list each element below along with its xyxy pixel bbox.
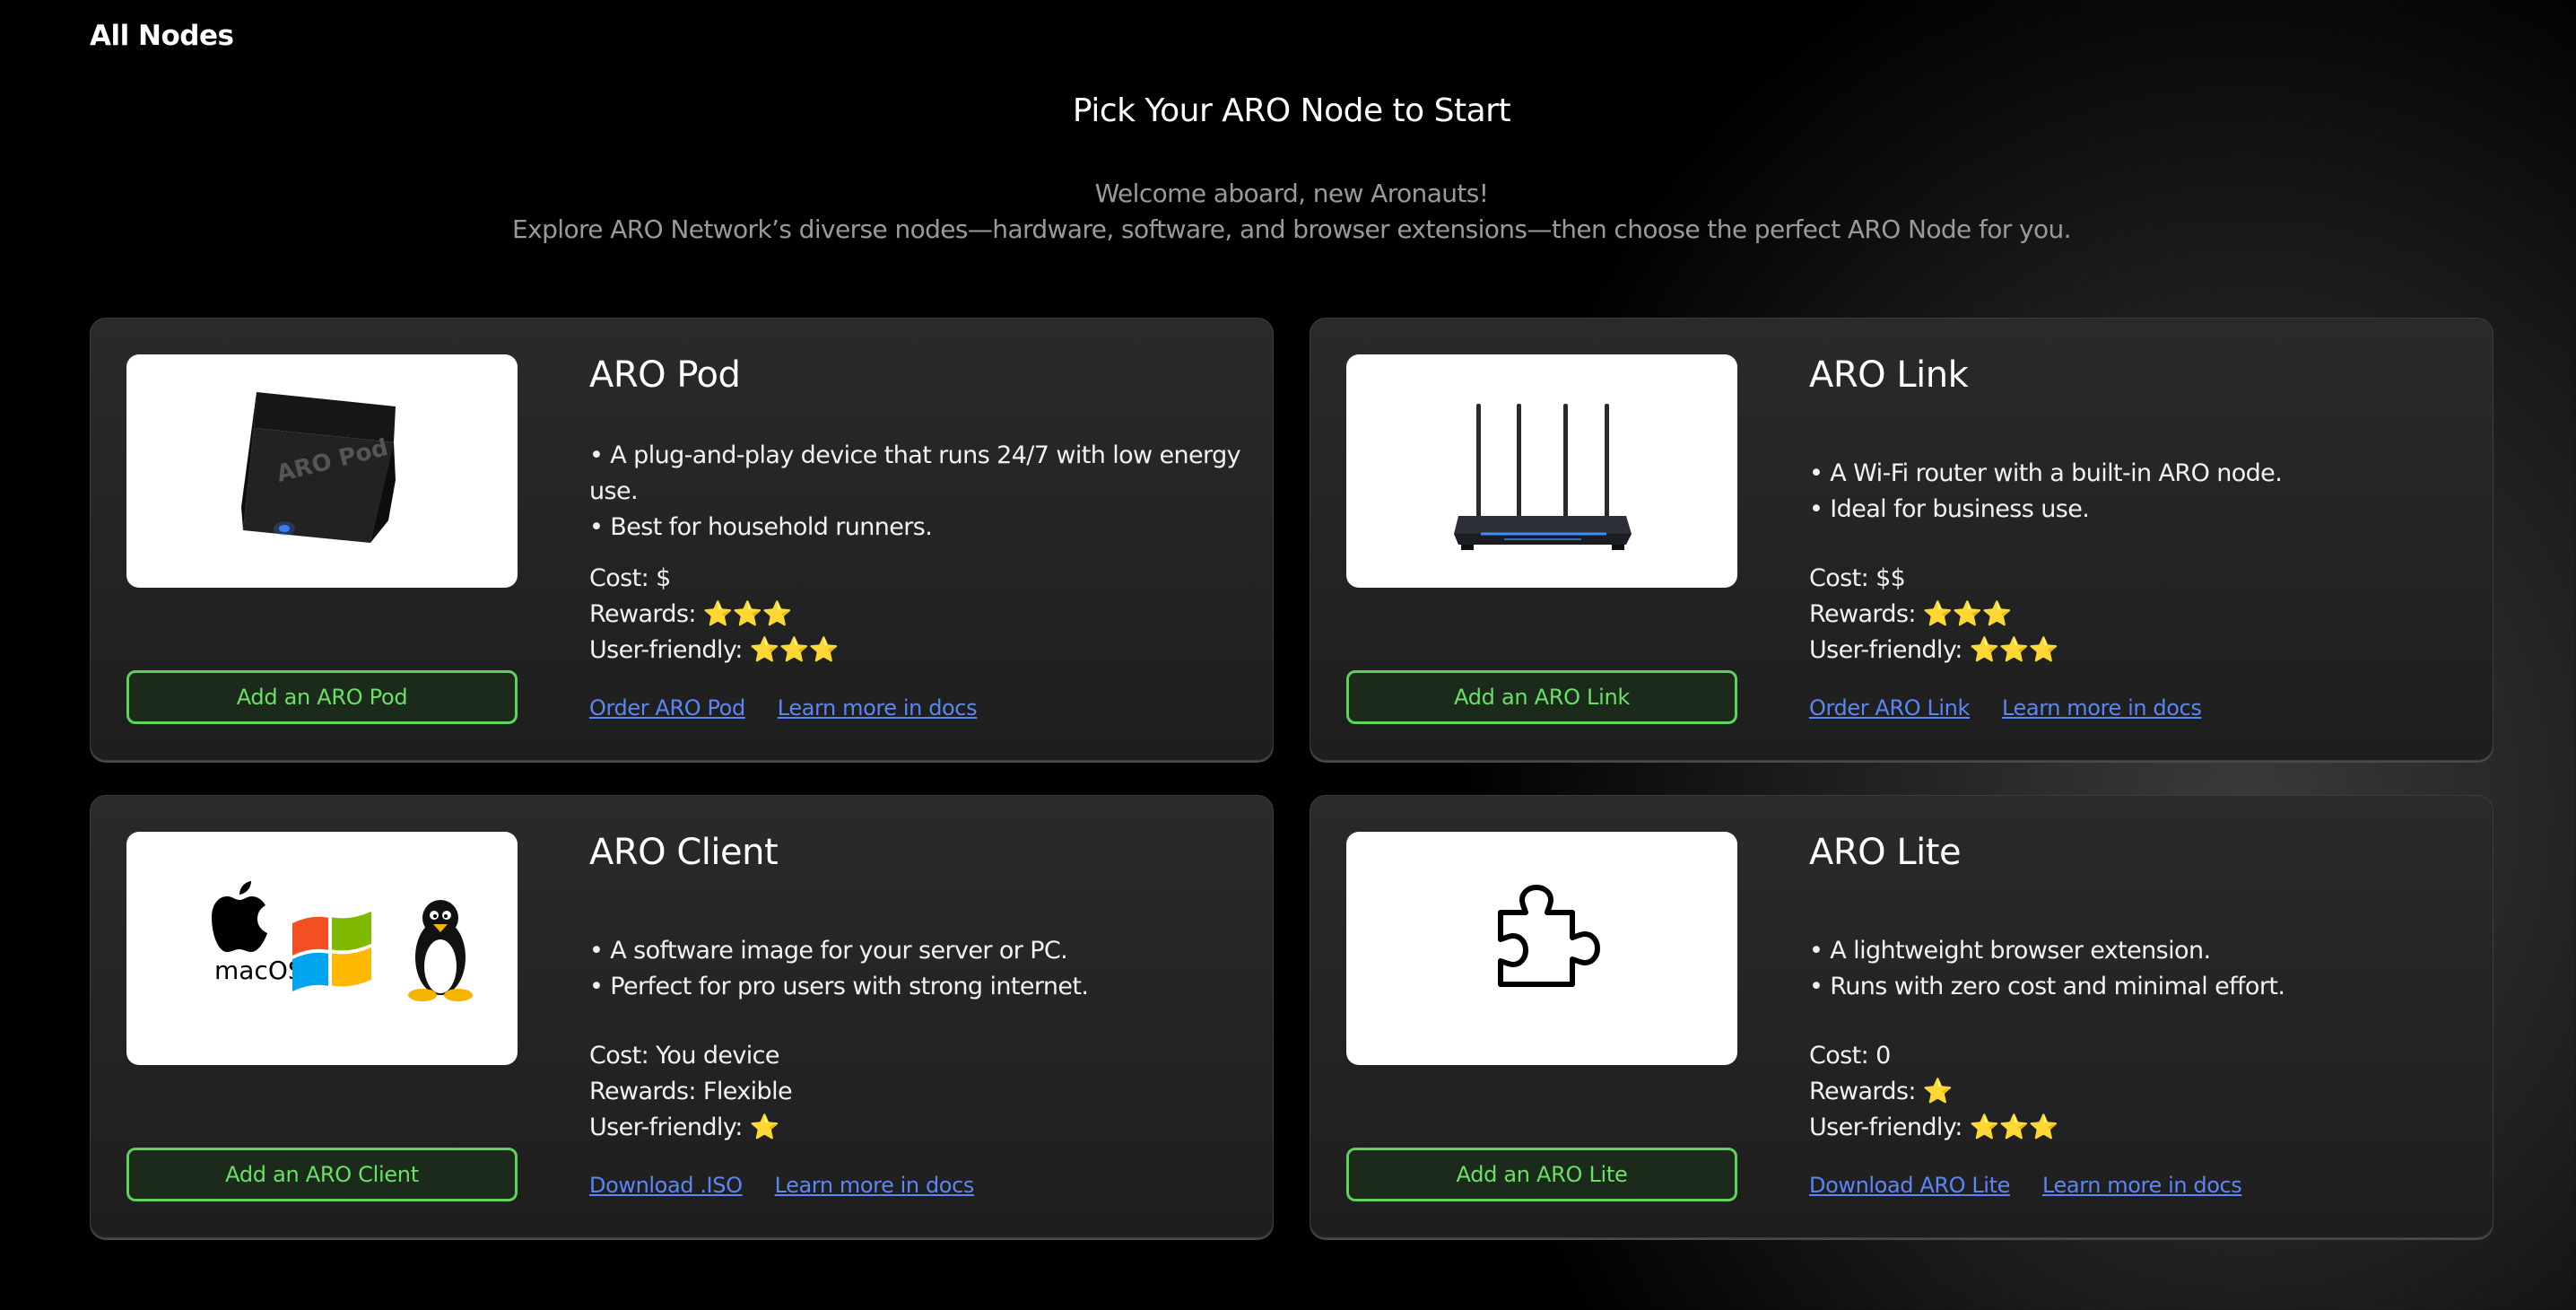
add-aro-link-button[interactable]: Add an ARO Link: [1346, 670, 1737, 724]
breadcrumb-all-nodes[interactable]: All Nodes: [90, 20, 234, 52]
node-description: • A lightweight browser extension. • Run…: [1809, 933, 2464, 1005]
wifi-router-icon: [1346, 354, 1737, 588]
order-aro-pod-link[interactable]: Order ARO Pod: [589, 695, 745, 720]
node-stats: Cost: You device Rewards: Flexible User-…: [589, 1038, 793, 1146]
windows-icon: [292, 911, 371, 991]
node-card-aro-lite: Add an ARO Lite ARO Lite • A lightweight…: [1310, 795, 2493, 1238]
node-description: • A Wi-Fi router with a built-in ARO nod…: [1809, 456, 2464, 528]
node-name: ARO Client: [589, 832, 779, 873]
bullet-item: • A Wi-Fi router with a built-in ARO nod…: [1809, 459, 2283, 487]
node-links: Download .ISO Learn more in docs: [589, 1173, 1006, 1198]
node-stats: Cost: $$ Rewards: ⭐⭐⭐ User-friendly: ⭐⭐⭐: [1809, 561, 2058, 668]
bullet-item: • Ideal for business use.: [1809, 495, 2090, 523]
order-aro-link-link[interactable]: Order ARO Link: [1809, 695, 1970, 720]
node-description: • A software image for your server or PC…: [589, 933, 1244, 1005]
bullet-item: • A lightweight browser extension.: [1809, 937, 2211, 965]
node-description: • A plug-and-play device that runs 24/7 …: [589, 438, 1244, 546]
learn-more-docs-link[interactable]: Learn more in docs: [775, 1173, 975, 1198]
node-stats: Cost: $ Rewards: ⭐⭐⭐ User-friendly: ⭐⭐⭐: [589, 561, 839, 668]
aro-pod-device-icon: ARO Pod: [126, 354, 518, 588]
rewards-text: Rewards: ⭐: [1809, 1078, 1954, 1105]
bullet-item: • A plug-and-play device that runs 24/7 …: [589, 441, 1241, 505]
user-friendly-text: User-friendly: ⭐: [589, 1114, 779, 1141]
rewards-text: Rewards: ⭐⭐⭐: [1809, 600, 2013, 628]
user-friendly-text: User-friendly: ⭐⭐⭐: [1809, 1114, 2058, 1141]
cost-text: Cost: 0: [1809, 1042, 1891, 1070]
cost-text: Cost: $: [589, 564, 671, 592]
bullet-item: • A software image for your server or PC…: [589, 937, 1068, 965]
node-card-aro-link: Add an ARO Link ARO Link • A Wi-Fi route…: [1310, 318, 2493, 761]
subtitle-welcome: Welcome aboard, new Aronauts!: [1094, 179, 1489, 208]
page-subtitle: Welcome aboard, new Aronauts! Explore AR…: [0, 176, 2576, 248]
download-iso-link[interactable]: Download .ISO: [589, 1173, 743, 1198]
cost-text: Cost: You device: [589, 1042, 780, 1070]
download-aro-lite-link[interactable]: Download ARO Lite: [1809, 1173, 2010, 1198]
subtitle-description: Explore ARO Network’s diverse nodes—hard…: [512, 214, 2071, 244]
macos-label: macOS: [214, 956, 304, 985]
learn-more-docs-link[interactable]: Learn more in docs: [2042, 1173, 2242, 1198]
bullet-item: • Perfect for pro users with strong inte…: [589, 973, 1089, 1000]
node-name: ARO Pod: [589, 354, 741, 396]
node-stats: Cost: 0 Rewards: ⭐ User-friendly: ⭐⭐⭐: [1809, 1038, 2058, 1146]
node-name: ARO Lite: [1809, 832, 1962, 873]
bullet-item: • Runs with zero cost and minimal effort…: [1809, 973, 2285, 1000]
add-aro-client-button[interactable]: Add an ARO Client: [126, 1148, 518, 1201]
bullet-item: • Best for household runners.: [589, 513, 933, 541]
cost-text: Cost: $$: [1809, 564, 1906, 592]
page-title: Pick Your ARO Node to Start: [1072, 92, 1511, 129]
user-friendly-text: User-friendly: ⭐⭐⭐: [589, 636, 839, 664]
node-name: ARO Link: [1809, 354, 1969, 396]
rewards-text: Rewards: ⭐⭐⭐: [589, 600, 793, 628]
node-links: Download ARO Lite Learn more in docs: [1809, 1173, 2274, 1198]
node-links: Order ARO Pod Learn more in docs: [589, 695, 1009, 720]
puzzle-piece-icon: [1346, 832, 1737, 1065]
add-aro-pod-button[interactable]: Add an ARO Pod: [126, 670, 518, 724]
apple-icon: [212, 881, 267, 952]
node-card-aro-pod: ARO Pod Add an ARO Pod ARO Pod • A plug-…: [90, 318, 1274, 761]
learn-more-docs-link[interactable]: Learn more in docs: [778, 695, 978, 720]
linux-tux-icon: [408, 900, 473, 1001]
user-friendly-text: User-friendly: ⭐⭐⭐: [1809, 636, 2058, 664]
add-aro-lite-button[interactable]: Add an ARO Lite: [1346, 1148, 1737, 1201]
learn-more-docs-link[interactable]: Learn more in docs: [2002, 695, 2202, 720]
os-logos-icon: macOS: [126, 832, 518, 1065]
node-links: Order ARO Link Learn more in docs: [1809, 695, 2233, 720]
rewards-text: Rewards: Flexible: [589, 1078, 793, 1105]
node-card-aro-client: macOS Add an ARO Client ARO Client • A s…: [90, 795, 1274, 1238]
